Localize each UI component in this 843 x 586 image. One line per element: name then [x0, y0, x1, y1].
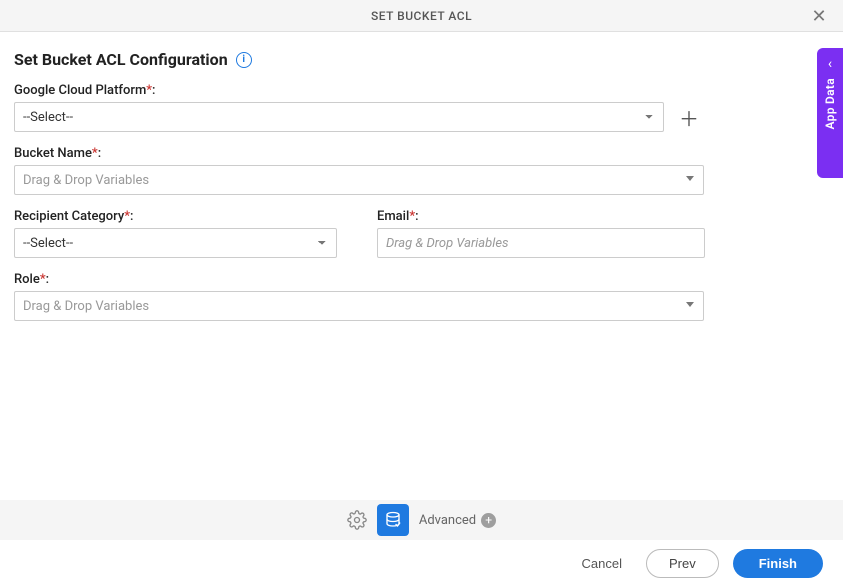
- role-input[interactable]: [14, 291, 704, 321]
- page-title: Set Bucket ACL Configuration: [14, 50, 228, 69]
- advanced-label: Advanced: [419, 513, 476, 528]
- chevron-left-icon: ‹: [828, 56, 832, 72]
- field-gcp: Google Cloud Platform*: --Select-- ＋: [14, 83, 704, 132]
- field-email: Email*:: [377, 209, 705, 258]
- plus-icon: ＋: [679, 103, 699, 132]
- dialog-title: SET BUCKET ACL: [371, 9, 472, 23]
- field-role: Role*:: [14, 272, 704, 321]
- email-label-text: Email: [377, 209, 409, 224]
- field-recipient: Recipient Category*: --Select--: [14, 209, 337, 258]
- bottom-toolbar: Advanced +: [0, 500, 843, 540]
- required-marker: *: [146, 83, 152, 98]
- gcp-select[interactable]: --Select--: [14, 102, 664, 132]
- info-icon[interactable]: i: [236, 52, 252, 68]
- dialog-titlebar: SET BUCKET ACL ✕: [0, 0, 843, 32]
- row-recipient-email: Recipient Category*: --Select-- Email*:: [14, 209, 704, 258]
- form-area: Google Cloud Platform*: --Select-- ＋ Buc…: [14, 83, 704, 321]
- app-data-label: App Data: [823, 78, 837, 129]
- email-input[interactable]: [377, 228, 705, 258]
- required-marker: *: [124, 209, 130, 224]
- required-marker: *: [409, 209, 415, 224]
- required-marker: *: [40, 272, 46, 287]
- bucket-label-text: Bucket Name: [14, 146, 92, 161]
- recipient-label: Recipient Category*:: [14, 209, 337, 224]
- gear-icon: [347, 510, 367, 530]
- app-data-tab[interactable]: ‹ App Data: [817, 48, 843, 178]
- role-label-text: Role: [14, 272, 40, 287]
- cancel-button[interactable]: Cancel: [572, 550, 632, 577]
- dialog-footer: Cancel Prev Finish: [0, 540, 843, 586]
- recipient-label-text: Recipient Category: [14, 209, 124, 224]
- close-icon: ✕: [811, 6, 826, 27]
- settings-button[interactable]: [347, 510, 367, 530]
- email-label: Email*:: [377, 209, 705, 224]
- required-marker: *: [92, 146, 98, 161]
- plus-circle-icon: +: [481, 513, 496, 528]
- finish-button[interactable]: Finish: [733, 549, 823, 578]
- gcp-label-text: Google Cloud Platform: [14, 83, 146, 98]
- advanced-toggle[interactable]: Advanced +: [419, 513, 496, 528]
- data-panel-button[interactable]: [377, 504, 409, 536]
- add-gcp-button[interactable]: ＋: [674, 102, 704, 132]
- bucket-label: Bucket Name*:: [14, 146, 704, 161]
- close-button[interactable]: ✕: [803, 0, 835, 32]
- page-heading: Set Bucket ACL Configuration i: [14, 50, 829, 69]
- gcp-label: Google Cloud Platform*:: [14, 83, 704, 98]
- bucket-input[interactable]: [14, 165, 704, 195]
- database-icon: [384, 511, 402, 529]
- field-bucket: Bucket Name*:: [14, 146, 704, 195]
- recipient-select[interactable]: --Select--: [14, 228, 337, 258]
- dialog-content: Set Bucket ACL Configuration i Google Cl…: [0, 32, 843, 321]
- prev-button[interactable]: Prev: [646, 549, 719, 578]
- role-label: Role*:: [14, 272, 704, 287]
